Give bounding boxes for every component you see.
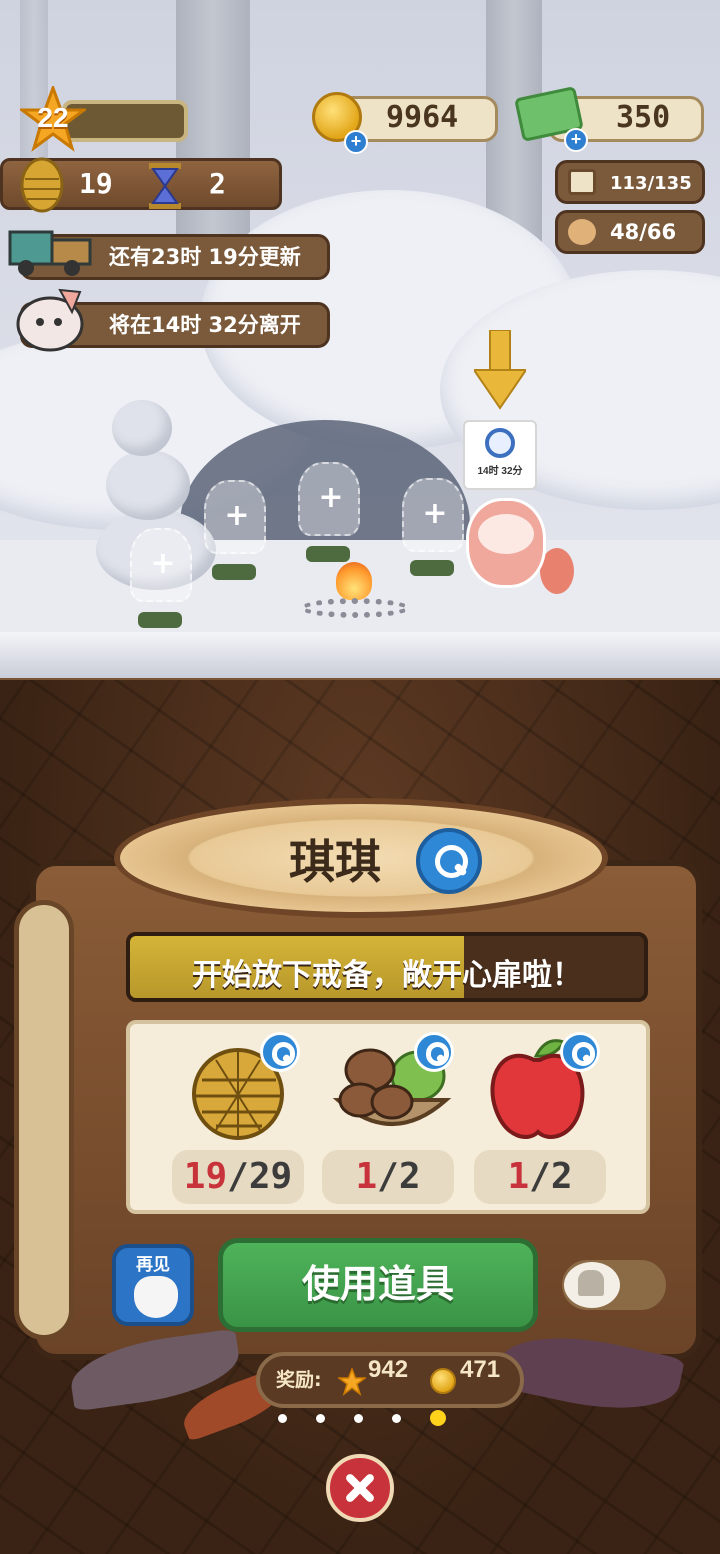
fire-flame [336, 562, 372, 600]
truck-icon [8, 230, 92, 276]
bunny-icon [568, 219, 596, 245]
mushroom-need: /2 [377, 1156, 421, 1197]
plus-icon: + [318, 480, 344, 515]
page-dot [278, 1414, 287, 1423]
guest-timer-text: 14时 32分 [477, 466, 523, 477]
reward-coins: 471 [460, 1356, 501, 1383]
view-character-button[interactable] [416, 828, 482, 894]
friendship-progress: 开始放下戒备，敞开心扉啦！ [126, 932, 648, 1002]
storage-pill[interactable]: 113/135 [555, 160, 705, 204]
snowman [106, 450, 190, 520]
stopwatch-icon [485, 428, 515, 458]
snowman [112, 400, 172, 456]
use-item-button[interactable]: 使用道具 [218, 1238, 538, 1332]
progress-text: 开始放下戒备，敞开心扉啦！ [192, 958, 582, 993]
cash-count: 350 [616, 100, 671, 135]
coin-icon [430, 1368, 456, 1394]
reward-bar: 奖励: 942 471 [256, 1352, 524, 1408]
pinecone-have: 19 [183, 1156, 228, 1197]
player-level: 22 [37, 102, 69, 133]
empty-seat[interactable]: + [298, 462, 360, 536]
visitor-count: 48/66 [610, 220, 677, 244]
item-mushrooms[interactable] [326, 1030, 462, 1140]
empty-seat[interactable]: + [204, 480, 266, 554]
apple-count-badge: 1/2 [474, 1150, 606, 1204]
pinecone-count-badge: 19/29 [172, 1150, 304, 1204]
coin-count: 9964 [386, 100, 459, 135]
truck-notice-text: 还有23时 19分更新 [109, 245, 301, 269]
item-info-button[interactable] [414, 1032, 454, 1072]
pinecone-need: /29 [227, 1156, 293, 1197]
star-icon [338, 1368, 366, 1396]
apple-have: 1 [507, 1156, 530, 1197]
mushroom-count-badge: 1/2 [322, 1150, 454, 1204]
down-arrow-icon [474, 330, 526, 410]
stump [138, 612, 182, 628]
item-info-button[interactable] [260, 1032, 300, 1072]
paw-wave-icon [134, 1276, 178, 1318]
add-coins-button[interactable]: + [344, 130, 368, 154]
log-end [14, 900, 74, 1340]
storage-icon [568, 169, 596, 195]
page-dot [354, 1414, 363, 1423]
reward-label: 奖励: [276, 1369, 322, 1391]
plus-icon: + [150, 546, 176, 581]
fox-avatar-icon [16, 288, 84, 352]
item-apple[interactable] [478, 1030, 614, 1140]
empty-seat[interactable]: + [402, 478, 464, 552]
page-dot-active [430, 1410, 446, 1426]
storage-count: 113/135 [610, 173, 692, 194]
add-cash-button[interactable]: + [564, 128, 588, 152]
character-name: 琪琪 [289, 835, 381, 889]
guest-leave-text: 将在14时 32分离开 [109, 313, 301, 337]
pinecone-icon [20, 157, 64, 213]
item-pinecone[interactable] [176, 1030, 312, 1140]
snow-ledge [0, 632, 720, 680]
fire-stones [300, 598, 410, 618]
pinecone-count: 19 [79, 167, 113, 200]
plus-icon: + [422, 496, 448, 531]
goodbye-button[interactable]: 再见 [112, 1244, 194, 1326]
notification-toggle[interactable] [562, 1260, 666, 1310]
bell-icon [578, 1270, 604, 1296]
hourglass-icon [149, 163, 181, 209]
hourglass-count: 2 [209, 167, 226, 200]
empty-seat[interactable]: + [130, 528, 192, 602]
stump [410, 560, 454, 576]
apple-need: /2 [529, 1156, 573, 1197]
item-info-button[interactable] [560, 1032, 600, 1072]
plus-icon: + [224, 498, 250, 533]
visitors-pill[interactable]: 48/66 [555, 210, 705, 254]
page-indicator [270, 1410, 450, 1430]
resource-bar: 19 2 [0, 157, 282, 213]
mushroom-have: 1 [355, 1156, 378, 1197]
page-dot [316, 1414, 325, 1423]
fox-guest[interactable] [456, 478, 574, 598]
reward-stars: 942 [368, 1356, 409, 1383]
close-button[interactable] [326, 1454, 394, 1522]
goodbye-label: 再见 [136, 1255, 170, 1275]
stump [212, 564, 256, 580]
campfire [300, 560, 410, 620]
page-dot [392, 1414, 401, 1423]
fox-face [478, 514, 534, 554]
